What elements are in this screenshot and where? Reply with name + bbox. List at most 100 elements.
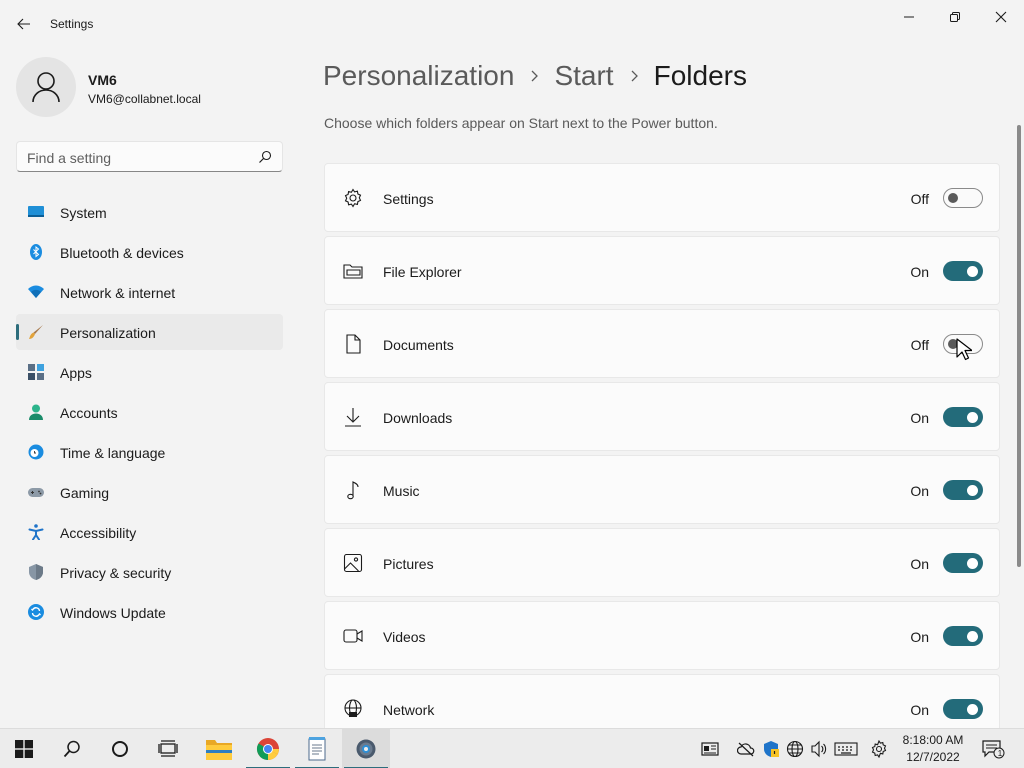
sidebar-item-apps[interactable]: Apps	[16, 354, 283, 390]
sidebar-item-personalization[interactable]: Personalization	[16, 314, 283, 350]
windows-logo-icon	[15, 740, 33, 758]
gear-icon	[344, 188, 362, 208]
scrollbar[interactable]	[1017, 125, 1021, 567]
title-bar: Settings	[0, 0, 1024, 48]
folder-row-pictures: Pictures On	[324, 528, 1000, 597]
avatar[interactable]	[16, 57, 76, 117]
sidebar-item-privacy-security[interactable]: Privacy & security	[16, 554, 283, 590]
toggle-knob	[967, 631, 978, 642]
toggle-knob	[967, 485, 978, 496]
user-email: VM6@collabnet.local	[88, 92, 201, 106]
chevron-right-icon	[529, 69, 539, 83]
brush-icon	[29, 325, 43, 339]
notification-center-button[interactable]: 1	[982, 740, 1006, 759]
sidebar-item-accounts[interactable]: Accounts	[16, 394, 283, 430]
search-icon[interactable]	[258, 150, 272, 164]
settings-tray-gear-icon[interactable]	[870, 740, 888, 758]
toggle-knob	[967, 558, 978, 569]
sidebar-item-time-language[interactable]: Time & language	[16, 434, 283, 470]
search-icon	[63, 740, 80, 758]
sidebar-item-label: Apps	[60, 365, 92, 381]
sidebar-item-label: Bluetooth & devices	[60, 245, 184, 261]
cortana-circle-icon	[112, 741, 128, 757]
gear-icon	[356, 739, 376, 759]
sidebar-item-label: Personalization	[60, 325, 156, 341]
volume-icon[interactable]	[810, 740, 828, 758]
videos-toggle[interactable]	[943, 626, 983, 646]
search-placeholder: Find a setting	[27, 150, 112, 166]
network-globe-icon[interactable]	[786, 740, 804, 758]
breadcrumb-personalization[interactable]: Personalization	[323, 60, 514, 92]
back-button[interactable]	[10, 10, 38, 38]
sidebar-item-label: Network & internet	[60, 285, 176, 301]
settings-toggle[interactable]	[943, 188, 983, 208]
notepad-taskbar-button[interactable]	[293, 729, 341, 768]
task-view-button[interactable]	[144, 729, 192, 768]
news-widget-icon[interactable]	[701, 740, 719, 758]
sidebar-item-windows-update[interactable]: Windows Update	[16, 594, 283, 630]
gamepad-icon	[28, 488, 44, 497]
sidebar-item-bluetooth[interactable]: Bluetooth & devices	[16, 234, 283, 270]
globe-network-icon	[344, 699, 362, 717]
defender-shield-icon[interactable]	[762, 740, 780, 758]
shield-icon	[29, 564, 43, 580]
folder-list: Settings Off File Explorer On Documents …	[324, 163, 1000, 729]
clock-globe-icon	[28, 444, 44, 460]
folder-label: Videos	[383, 629, 426, 645]
search-input[interactable]: Find a setting	[16, 141, 283, 172]
sidebar-item-network[interactable]: Network & internet	[16, 274, 283, 310]
breadcrumb-start[interactable]: Start	[554, 60, 613, 92]
close-button[interactable]	[978, 2, 1024, 32]
folder-row-videos: Videos On	[324, 601, 1000, 670]
toggle-state-label: On	[910, 264, 929, 280]
settings-taskbar-button[interactable]	[342, 729, 390, 768]
folder-row-settings: Settings Off	[324, 163, 1000, 232]
download-icon	[345, 408, 361, 427]
minimize-icon	[904, 16, 914, 18]
cortana-button[interactable]	[96, 729, 144, 768]
sidebar-nav: System Bluetooth & devices Network & int…	[16, 194, 283, 634]
chrome-taskbar-button[interactable]	[244, 729, 292, 768]
sidebar-item-label: System	[60, 205, 107, 221]
app-title: Settings	[50, 17, 94, 31]
folder-icon	[343, 264, 363, 279]
minimize-button[interactable]	[886, 2, 932, 32]
file-explorer-toggle[interactable]	[943, 261, 983, 281]
sidebar-item-gaming[interactable]: Gaming	[16, 474, 283, 510]
folder-row-network: Network On	[324, 674, 1000, 729]
start-button[interactable]	[0, 729, 48, 768]
user-icon	[32, 72, 60, 103]
toggle-state-label: On	[910, 702, 929, 718]
sidebar-item-accessibility[interactable]: Accessibility	[16, 514, 283, 550]
sidebar-item-system[interactable]: System	[16, 194, 283, 230]
sidebar-item-label: Accessibility	[60, 525, 137, 541]
accessibility-icon	[28, 524, 44, 540]
bluetooth-icon	[30, 244, 42, 260]
close-icon	[995, 11, 1007, 23]
video-camera-icon	[343, 629, 363, 643]
taskbar-clock[interactable]: 8:18:00 AM 12/7/2022	[898, 732, 968, 766]
folder-label: File Explorer	[383, 264, 462, 280]
taskbar-search-button[interactable]	[48, 729, 96, 768]
picture-icon	[343, 553, 363, 573]
file-explorer-taskbar-button[interactable]	[195, 729, 243, 768]
folder-label: Settings	[383, 191, 434, 207]
folder-row-documents: Documents Off	[324, 309, 1000, 378]
restore-button[interactable]	[932, 2, 978, 32]
downloads-toggle[interactable]	[943, 407, 983, 427]
music-toggle[interactable]	[943, 480, 983, 500]
music-note-icon	[347, 481, 359, 500]
user-name: VM6	[88, 72, 117, 88]
sidebar-item-label: Accounts	[60, 405, 118, 421]
network-toggle[interactable]	[943, 699, 983, 719]
folder-row-downloads: Downloads On	[324, 382, 1000, 451]
toggle-state-label: On	[910, 483, 929, 499]
toggle-state-label: Off	[910, 337, 929, 353]
apps-icon	[28, 364, 44, 380]
chevron-right-icon	[629, 69, 639, 83]
folder-row-music: Music On	[324, 455, 1000, 524]
pictures-toggle[interactable]	[943, 553, 983, 573]
keyboard-icon[interactable]	[834, 740, 858, 758]
onedrive-offline-icon[interactable]	[737, 740, 755, 758]
wifi-icon	[28, 285, 44, 298]
